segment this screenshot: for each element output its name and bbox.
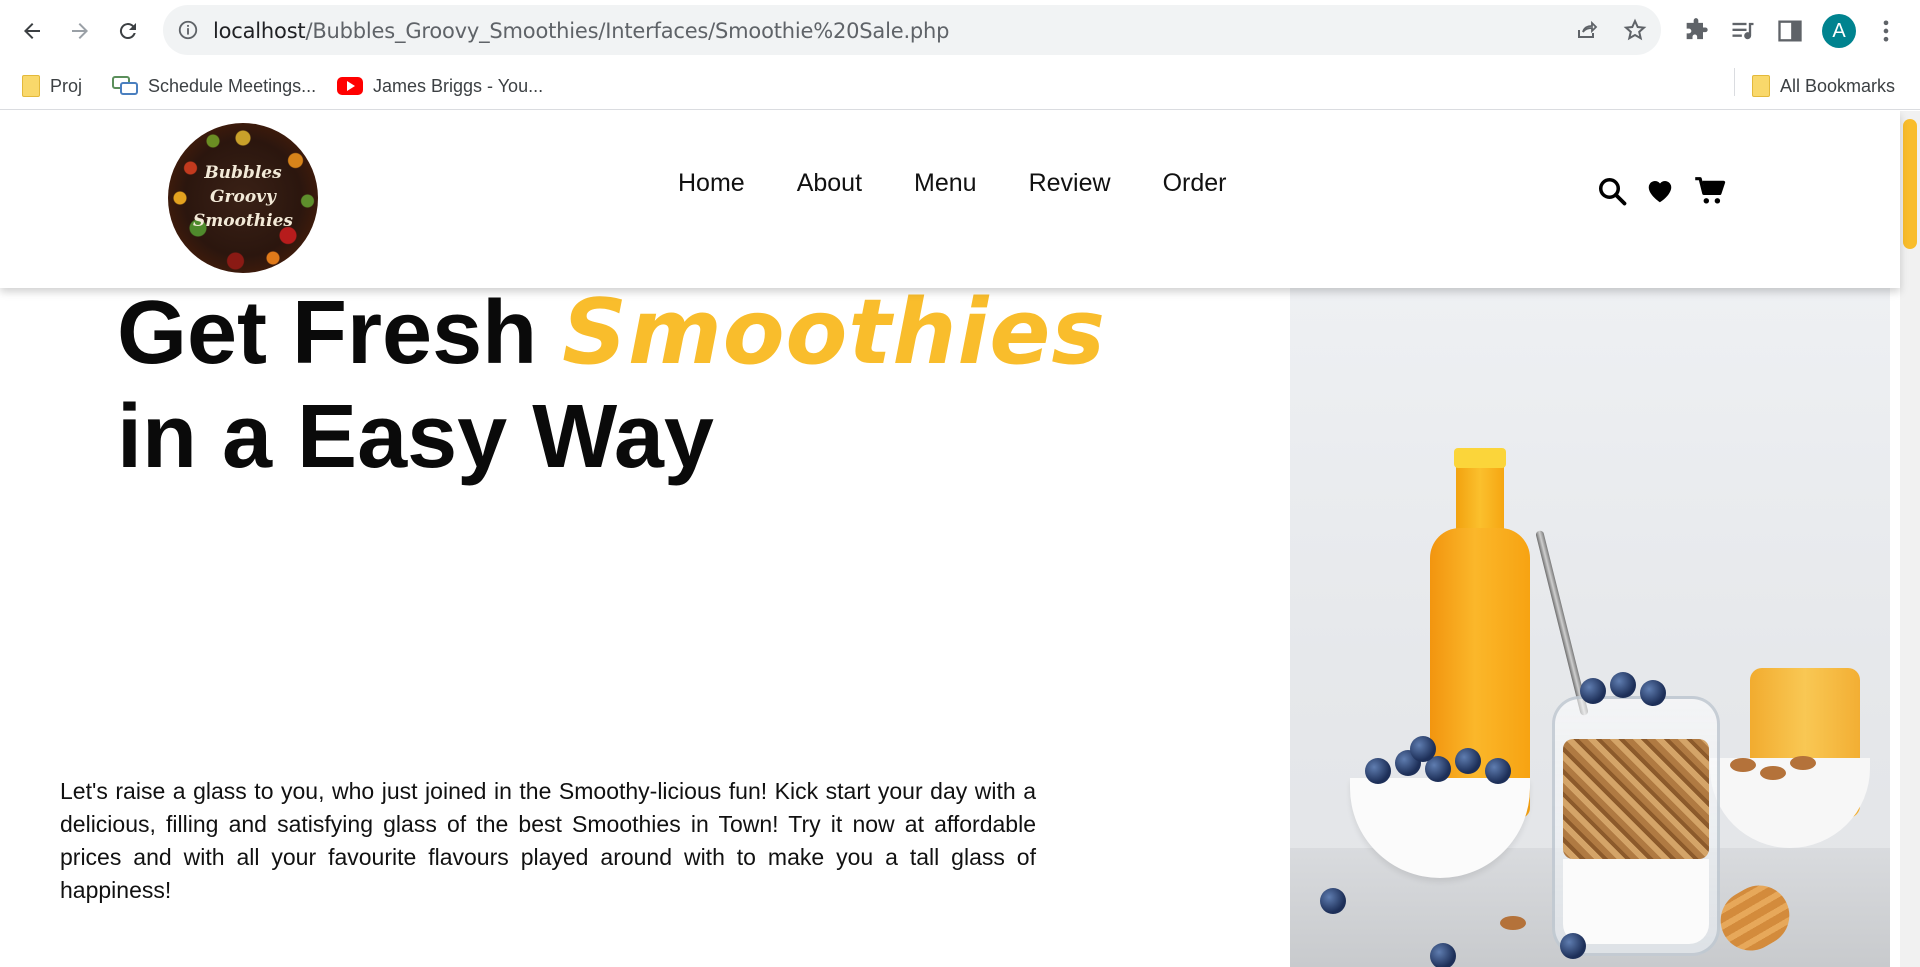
site-logo[interactable]: Bubbles Groovy Smoothies <box>168 123 318 273</box>
reload-button[interactable] <box>110 13 146 49</box>
media-control-icon[interactable] <box>1729 17 1757 45</box>
hero-description: Let's raise a glass to you, who just joi… <box>60 778 1036 903</box>
nav-about[interactable]: About <box>797 169 862 198</box>
almond <box>1500 916 1526 930</box>
blueberry <box>1610 672 1636 698</box>
folder-icon <box>22 75 40 97</box>
url-path: /Bubbles_Groovy_Smoothies/Interfaces/Smo… <box>305 19 950 43</box>
logo-word-2: Groovy <box>210 187 276 207</box>
hero-title: Get Fresh Smoothies in a Easy Way <box>117 281 1106 489</box>
hero-title-part2: in a Easy Way <box>117 387 714 487</box>
all-bookmarks-label: All Bookmarks <box>1780 75 1896 96</box>
logo-text: Bubbles Groovy Smoothies <box>168 161 318 233</box>
bookmarks-divider <box>1734 68 1735 96</box>
page-viewport: Bubbles Groovy Smoothies Home About Menu… <box>0 111 1920 967</box>
info-icon[interactable] <box>177 19 199 41</box>
bookmark-proj[interactable]: Proj <box>22 72 82 100</box>
url-text[interactable]: localhost/Bubbles_Groovy_Smoothies/Inter… <box>213 19 950 43</box>
profile-avatar[interactable]: A <box>1822 14 1856 48</box>
main-nav: Home About Menu Review Order <box>678 169 1278 198</box>
logo-word-3: Smoothies <box>193 211 293 231</box>
share-icon[interactable] <box>1575 18 1599 42</box>
parfait-jar <box>1552 696 1720 956</box>
blueberry <box>1560 933 1586 959</box>
bookmarks-bar: Proj Schedule Meetings... James Briggs -… <box>0 62 1920 110</box>
bookmark-label: Schedule Meetings... <box>148 75 317 96</box>
blueberry <box>1365 758 1391 784</box>
blueberry <box>1485 758 1511 784</box>
blueberry <box>1580 678 1606 704</box>
meeting-icon <box>112 76 138 95</box>
address-bar[interactable]: localhost/Bubbles_Groovy_Smoothies/Inter… <box>163 5 1661 55</box>
almond <box>1790 756 1816 770</box>
page-scrollbar[interactable] <box>1900 111 1920 967</box>
browser-toolbar: localhost/Bubbles_Groovy_Smoothies/Inter… <box>0 0 1920 62</box>
side-panel-icon[interactable] <box>1776 17 1804 45</box>
almond <box>1760 766 1786 780</box>
search-icon[interactable] <box>1597 176 1627 206</box>
blueberry <box>1410 736 1436 762</box>
nav-home[interactable]: Home <box>678 169 745 198</box>
nav-order[interactable]: Order <box>1163 169 1227 198</box>
arrow-right-icon <box>72 23 88 39</box>
forward-button[interactable] <box>62 13 98 49</box>
blueberry <box>1455 748 1481 774</box>
blueberry <box>1640 680 1666 706</box>
reload-icon <box>119 23 136 40</box>
bookmark-james-briggs[interactable]: James Briggs - You... <box>337 72 543 100</box>
star-icon[interactable] <box>1623 18 1647 42</box>
scrollbar-thumb[interactable] <box>1903 119 1917 249</box>
almond <box>1730 758 1756 772</box>
hero-image <box>1290 288 1890 967</box>
url-host: localhost <box>213 19 306 43</box>
hero-title-accent: Smoothies <box>562 280 1106 385</box>
bookmark-schedule-meetings[interactable]: Schedule Meetings... <box>112 72 316 100</box>
heart-icon[interactable] <box>1645 176 1675 206</box>
arrow-left-icon <box>24 23 40 39</box>
folder-icon <box>1752 75 1770 97</box>
nav-review[interactable]: Review <box>1029 169 1111 198</box>
blueberry <box>1430 943 1456 967</box>
youtube-icon <box>337 77 363 95</box>
site-header: Bubbles Groovy Smoothies Home About Menu… <box>0 111 1900 288</box>
almond-bowl <box>1710 758 1870 848</box>
blueberry <box>1320 888 1346 914</box>
all-bookmarks[interactable]: All Bookmarks <box>1752 72 1895 100</box>
nav-menu[interactable]: Menu <box>914 169 977 198</box>
juice-bottle <box>1430 448 1530 818</box>
extensions-icon[interactable] <box>1682 17 1710 45</box>
logo-word-1: Bubbles <box>204 163 282 183</box>
menu-kebab-icon[interactable] <box>1872 17 1900 45</box>
bookmark-label: Proj <box>50 75 83 96</box>
hero-title-part1: Get Fresh <box>117 283 563 383</box>
back-button[interactable] <box>14 13 50 49</box>
bookmark-label: James Briggs - You... <box>373 75 544 96</box>
cart-icon[interactable] <box>1694 176 1726 206</box>
